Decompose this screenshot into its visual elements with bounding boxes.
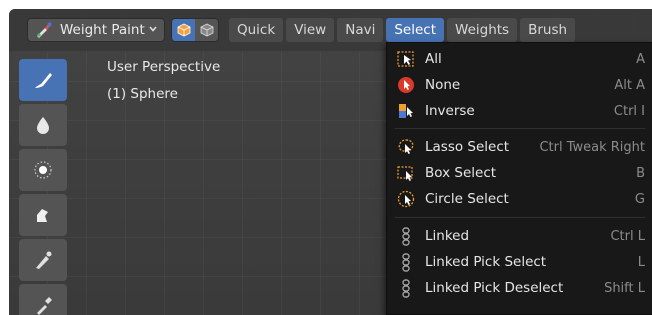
cube-icon: [177, 23, 190, 37]
mode-label: Weight Paint: [60, 22, 145, 38]
eyedropper-icon: [37, 297, 52, 315]
brush-icon: [35, 73, 52, 88]
tool-average[interactable]: [19, 149, 67, 191]
tool-draw[interactable]: [19, 59, 67, 101]
menu-item-shortcut: L: [637, 254, 645, 270]
menu-item-label: Inverse: [425, 103, 475, 119]
menu-item-label: Linked: [425, 228, 470, 244]
solid-shading-button[interactable]: [172, 19, 195, 41]
menu-item-shortcut: Ctrl L: [610, 228, 645, 244]
weight-paint-icon: [37, 22, 52, 38]
chevron-down-icon: [149, 26, 157, 32]
object-type-toggle: [171, 18, 219, 42]
menu-item-shortcut: Ctrl Tweak Right: [539, 139, 645, 155]
mode-dropdown[interactable]: Weight Paint: [27, 18, 165, 42]
tool-smear[interactable]: [19, 194, 67, 236]
menu-item-linked[interactable]: Linked Ctrl L: [387, 224, 651, 248]
menu-label: View: [294, 22, 327, 38]
select-inverse-icon: [399, 104, 413, 118]
menu-item-shortcut: Ctrl I: [613, 103, 645, 119]
menu-item-label: Box Select: [425, 165, 497, 181]
tool-shelf: [19, 59, 69, 315]
menu-label: Select: [394, 22, 437, 38]
lasso-select-icon: [398, 139, 414, 154]
menu-item-linked-pick-select[interactable]: Linked Pick Select L: [387, 250, 651, 274]
view-perspective-label: User Perspective: [107, 59, 221, 75]
menu-item-shortcut: Alt A: [614, 77, 645, 93]
select-menu-dropdown: All A None Alt A Inverse Ctrl I Lasso Se…: [386, 42, 652, 315]
menu-view[interactable]: View: [286, 18, 335, 42]
menu-item-box-select[interactable]: Box Select B: [387, 161, 651, 185]
menu-item-label: None: [425, 77, 461, 93]
gradient-icon: [36, 251, 52, 269]
menu-label: Weights: [455, 22, 510, 38]
menu-item-label: Circle Select: [425, 191, 509, 207]
menu-item-shortcut: Shift L: [604, 280, 645, 296]
linked-icon: [402, 253, 410, 272]
menu-separator: [395, 217, 645, 218]
menu-item-label: Linked Pick Select: [425, 254, 547, 270]
header-menubar: Quick View Navi Select Weights Brush: [229, 18, 576, 42]
wire-shading-button[interactable]: [195, 19, 218, 41]
menu-label: Brush: [528, 22, 568, 38]
menu-quick[interactable]: Quick: [229, 18, 284, 42]
drop-icon: [37, 117, 49, 134]
linked-icon: [402, 227, 410, 246]
menu-item-select-all[interactable]: All A: [387, 47, 651, 71]
menu-item-lasso-select[interactable]: Lasso Select Ctrl Tweak Right: [387, 135, 651, 159]
circle-select-icon: [397, 190, 415, 208]
average-icon: [34, 161, 52, 179]
tool-sample-weight[interactable]: [19, 284, 67, 315]
cube-outline-icon: [200, 23, 213, 37]
tool-gradient[interactable]: [19, 239, 67, 281]
linked-icon: [402, 279, 410, 298]
select-none-icon: [398, 77, 414, 93]
box-select-icon: [397, 166, 413, 181]
menu-navigation[interactable]: Navi: [337, 18, 384, 42]
menu-label: Navi: [345, 22, 376, 38]
menu-weights[interactable]: Weights: [447, 18, 518, 42]
menu-brush[interactable]: Brush: [520, 18, 576, 42]
menu-item-linked-pick-deselect[interactable]: Linked Pick Deselect Shift L: [387, 276, 651, 300]
menu-item-select-none[interactable]: None Alt A: [387, 73, 651, 97]
menu-select[interactable]: Select: [386, 18, 445, 42]
menu-label: Quick: [237, 22, 276, 38]
3d-viewport[interactable]: Weight Paint Quick View Navi Select Weig…: [9, 9, 652, 315]
menu-item-shortcut: A: [636, 51, 645, 67]
smear-icon: [37, 209, 48, 222]
menu-separator: [395, 128, 645, 129]
menu-item-select-inverse[interactable]: Inverse Ctrl I: [387, 99, 651, 123]
menu-item-circle-select[interactable]: Circle Select G: [387, 187, 651, 211]
menu-item-shortcut: B: [636, 165, 645, 181]
tool-blur[interactable]: [19, 104, 67, 146]
menu-item-shortcut: G: [634, 191, 645, 207]
select-all-icon: [397, 51, 414, 67]
menu-item-label: Linked Pick Deselect: [425, 280, 564, 296]
menu-item-label: Lasso Select: [425, 139, 510, 155]
menu-item-label: All: [425, 51, 442, 67]
active-object-label: (1) Sphere: [107, 86, 178, 102]
